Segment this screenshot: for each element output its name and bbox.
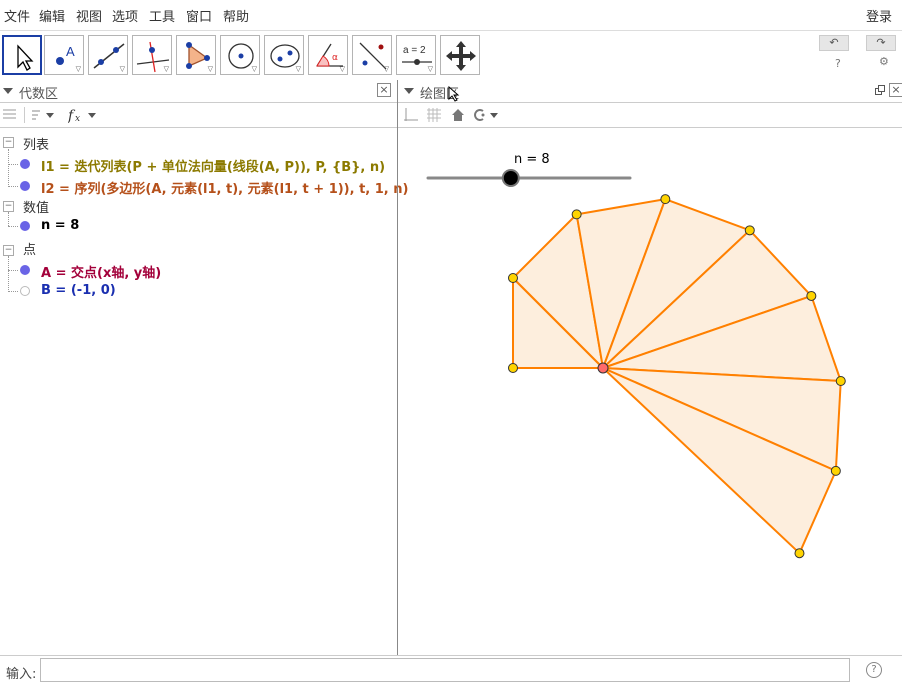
- tool-line[interactable]: ▽: [88, 35, 128, 75]
- mouse-cursor-icon: [448, 86, 460, 102]
- point-a[interactable]: [597, 362, 609, 374]
- menu-window[interactable]: 窗口: [186, 6, 212, 25]
- graphics-header: 绘图区 ×: [398, 80, 902, 103]
- redo-icon: ↷: [876, 36, 886, 49]
- list-point[interactable]: [508, 363, 518, 373]
- grid-icon[interactable]: [427, 108, 441, 122]
- menu-lines-icon[interactable]: [3, 109, 17, 121]
- algebra-entry-l1[interactable]: l1 = 迭代列表(P + 单位法向量(线段(A, P)), P, {B}, n…: [41, 156, 385, 175]
- visibility-toggle-b[interactable]: [20, 286, 30, 296]
- graphics-canvas[interactable]: n = 8: [398, 128, 902, 654]
- undo-button[interactable]: ↶: [819, 35, 849, 51]
- tool-reflect[interactable]: ▽: [352, 35, 392, 75]
- polygon-fan[interactable]: [508, 194, 846, 559]
- algebra-toolbar: f x: [0, 103, 397, 128]
- menu-tools[interactable]: 工具: [149, 6, 175, 25]
- home-icon[interactable]: [451, 108, 465, 122]
- menu-help[interactable]: 帮助: [223, 6, 249, 25]
- list-point[interactable]: [508, 273, 518, 283]
- tool-ellipse[interactable]: ▽: [264, 35, 304, 75]
- category-number: 数值: [23, 201, 50, 216]
- input-field[interactable]: [40, 658, 850, 682]
- algebra-header: 代数区 ×: [0, 80, 397, 103]
- undock-icon[interactable]: [875, 85, 885, 95]
- tool-polygon[interactable]: ▽: [176, 35, 216, 75]
- visibility-toggle-l1[interactable]: [20, 159, 30, 169]
- visibility-toggle-l2[interactable]: [20, 181, 30, 191]
- menu-bar: 文件 编辑 视图 选项 工具 窗口 帮助 登录: [0, 0, 902, 28]
- slider-tool-label: a = 2: [403, 45, 426, 56]
- list-point[interactable]: [660, 194, 671, 205]
- tool-point[interactable]: A ▽: [44, 35, 84, 75]
- slider-knob[interactable]: [501, 169, 520, 187]
- close-icon[interactable]: ×: [377, 83, 391, 97]
- tool-angle[interactable]: α ▽: [308, 35, 348, 75]
- category-point: 点: [23, 243, 37, 258]
- close-graphics-icon[interactable]: ×: [889, 83, 902, 97]
- move-view-icon: [446, 41, 476, 71]
- menu-view[interactable]: 视图: [76, 6, 102, 25]
- collapse-list-icon[interactable]: −: [3, 137, 14, 148]
- algebra-entry-n[interactable]: n = 8: [41, 218, 79, 233]
- category-list: 列表: [23, 138, 50, 153]
- collapse-icon[interactable]: [3, 88, 13, 94]
- list-point[interactable]: [571, 209, 582, 220]
- list-point[interactable]: [835, 376, 846, 387]
- function-icon[interactable]: f x: [68, 107, 100, 123]
- collapse-point-icon[interactable]: −: [3, 245, 14, 256]
- settings-icon[interactable]: ⚙: [879, 55, 889, 68]
- algebra-entry-b[interactable]: B = (-1, 0): [41, 283, 116, 298]
- angle-tool-label: α: [332, 53, 338, 63]
- list-point[interactable]: [806, 290, 817, 301]
- list-point[interactable]: [794, 548, 805, 559]
- visibility-toggle-a[interactable]: [20, 265, 30, 275]
- collapse-graphics-icon[interactable]: [404, 88, 414, 94]
- visibility-toggle-n[interactable]: [20, 221, 30, 231]
- redo-button[interactable]: ↷: [866, 35, 896, 51]
- tool-move-view[interactable]: [440, 35, 480, 75]
- sort-icon[interactable]: [32, 108, 56, 122]
- help-icon[interactable]: ?: [835, 57, 841, 70]
- tool-move[interactable]: [2, 35, 42, 75]
- undo-icon: ↶: [829, 36, 839, 49]
- axes-icon[interactable]: [404, 108, 418, 122]
- tool-slider[interactable]: a = 2 ▽: [396, 35, 436, 75]
- collapse-number-icon[interactable]: −: [3, 201, 14, 212]
- algebra-entry-l2[interactable]: l2 = 序列(多边形(A, 元素(l1, t), 元素(l1, t + 1))…: [41, 178, 408, 197]
- menu-options[interactable]: 选项: [112, 6, 138, 25]
- svg-text:x: x: [75, 114, 80, 123]
- input-help-icon[interactable]: ?: [866, 662, 882, 678]
- input-label: 输入:: [6, 667, 37, 682]
- slider-label: n = 8: [514, 152, 550, 167]
- tool-perpendicular[interactable]: ▽: [132, 35, 172, 75]
- algebra-title: 代数区: [19, 87, 59, 102]
- point-tool-label: A: [66, 44, 75, 59]
- algebra-entry-a[interactable]: A = 交点(x轴, y轴): [41, 262, 161, 281]
- move-arrow-icon: [17, 44, 34, 71]
- tool-circle[interactable]: ▽: [220, 35, 260, 75]
- login-button[interactable]: 登录: [866, 6, 892, 25]
- menu-file[interactable]: 文件: [4, 6, 30, 25]
- point-capture-icon[interactable]: [472, 109, 500, 121]
- list-point[interactable]: [830, 465, 841, 476]
- graphics-toolbar: [398, 103, 902, 128]
- menu-edit[interactable]: 编辑: [39, 6, 65, 25]
- list-point[interactable]: [744, 225, 755, 236]
